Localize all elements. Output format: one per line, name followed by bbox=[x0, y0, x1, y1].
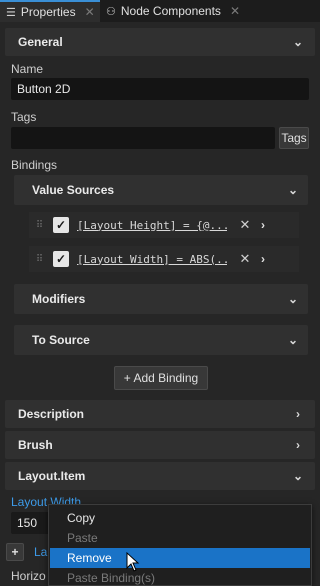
chevron-down-icon: ⌄ bbox=[287, 183, 298, 197]
menu-item-remove[interactable]: Remove bbox=[50, 548, 310, 568]
list-icon: ☰ bbox=[6, 6, 16, 19]
name-field[interactable]: Button 2D bbox=[11, 78, 309, 100]
menu-item-label: Remove bbox=[67, 551, 112, 565]
property-label-partial: Horizo bbox=[11, 569, 46, 583]
section-to-source[interactable]: To Source ⌄ bbox=[14, 325, 308, 355]
menu-item-label: Copy bbox=[67, 511, 96, 525]
tags-button-label: Tags bbox=[281, 131, 307, 145]
section-title: Modifiers bbox=[32, 292, 86, 306]
tab-label: Node Components bbox=[120, 4, 221, 18]
name-label: Name bbox=[11, 62, 44, 76]
components-icon: ⚇ bbox=[106, 5, 116, 18]
chevron-right-icon: › bbox=[296, 407, 300, 421]
context-menu: Copy Paste Remove Paste Binding(s) bbox=[48, 504, 312, 586]
tab-label: Properties bbox=[20, 5, 76, 19]
tags-button[interactable]: Tags bbox=[279, 127, 309, 149]
menu-item-paste-bindings[interactable]: Paste Binding(s) bbox=[50, 568, 310, 586]
binding-expression[interactable]: [Layout Width] = ABS(... bbox=[77, 253, 227, 266]
section-title: General bbox=[18, 35, 63, 49]
chevron-down-icon: ⌄ bbox=[292, 469, 304, 483]
tags-label: Tags bbox=[11, 110, 37, 124]
section-title: To Source bbox=[32, 333, 90, 347]
menu-item-copy[interactable]: Copy bbox=[50, 508, 310, 528]
chevron-down-icon: ⌄ bbox=[292, 35, 304, 49]
section-description[interactable]: Description › bbox=[5, 400, 315, 428]
remove-icon[interactable]: ✕ bbox=[239, 217, 251, 233]
binding-expression[interactable]: [Layout Height] = {@... bbox=[77, 219, 227, 232]
chevron-down-icon: ⌄ bbox=[287, 292, 298, 306]
layout-width-field[interactable]: 150 bbox=[11, 512, 51, 534]
binding-row[interactable]: ⠿ ✓ [Layout Width] = ABS(... ✕ › bbox=[29, 246, 299, 272]
name-value: Button 2D bbox=[17, 82, 71, 96]
property-label-partial: La bbox=[34, 545, 48, 559]
drag-handle-icon[interactable]: ⠿ bbox=[29, 254, 49, 265]
chevron-down-icon: ⌄ bbox=[287, 333, 298, 347]
mouse-cursor-icon bbox=[126, 552, 140, 572]
section-layout-item[interactable]: Layout.Item ⌄ bbox=[5, 462, 315, 490]
add-binding-button[interactable]: + Add Binding bbox=[114, 366, 208, 390]
layout-width-value: 150 bbox=[17, 516, 38, 530]
close-icon[interactable]: ✕ bbox=[85, 5, 95, 19]
tab-properties[interactable]: ☰ Properties ✕ bbox=[0, 0, 100, 22]
menu-item-label: Paste bbox=[67, 531, 98, 545]
enabled-checkbox[interactable]: ✓ bbox=[53, 217, 69, 233]
section-value-sources[interactable]: Value Sources ⌄ bbox=[14, 175, 308, 205]
remove-icon[interactable]: ✕ bbox=[239, 251, 251, 267]
section-modifiers[interactable]: Modifiers ⌄ bbox=[14, 284, 308, 314]
section-title: Brush bbox=[18, 438, 53, 452]
binding-row[interactable]: ⠿ ✓ [Layout Height] = {@... ✕ › bbox=[29, 212, 299, 238]
tab-node-components[interactable]: ⚇ Node Components ✕ bbox=[100, 0, 250, 22]
chevron-right-icon[interactable]: › bbox=[261, 252, 265, 266]
chevron-right-icon: › bbox=[296, 438, 300, 452]
section-title: Layout.Item bbox=[18, 469, 86, 483]
enabled-checkbox[interactable]: ✓ bbox=[53, 251, 69, 267]
section-general[interactable]: General ⌄ bbox=[5, 28, 315, 56]
close-icon[interactable]: ✕ bbox=[230, 4, 240, 18]
drag-handle-icon[interactable]: ⠿ bbox=[29, 220, 49, 231]
tags-field[interactable] bbox=[11, 127, 275, 149]
chevron-right-icon[interactable]: › bbox=[261, 218, 265, 232]
menu-item-label: Paste Binding(s) bbox=[67, 571, 156, 585]
section-brush[interactable]: Brush › bbox=[5, 431, 315, 459]
bindings-label: Bindings bbox=[11, 158, 58, 172]
add-property-button[interactable]: + bbox=[6, 543, 24, 561]
section-title: Value Sources bbox=[32, 183, 115, 197]
section-title: Description bbox=[18, 407, 85, 421]
add-binding-label: + Add Binding bbox=[123, 371, 199, 385]
menu-item-paste[interactable]: Paste bbox=[50, 528, 310, 548]
